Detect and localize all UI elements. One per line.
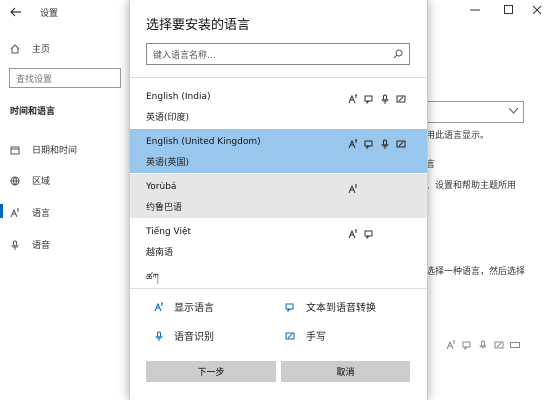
display-language-icon [154, 302, 163, 311]
microphone-icon [155, 331, 163, 341]
microphone-icon [10, 240, 20, 250]
tts-icon [364, 95, 373, 104]
legend-label: 显示语言 [174, 303, 214, 314]
installed-language-features [446, 340, 520, 350]
globe-icon [10, 176, 20, 186]
handwriting-icon [396, 140, 406, 148]
language-item-english-india[interactable]: English (India) 英语(印度) [130, 84, 427, 128]
right-text-4: 选择一种语言，然后选择 [426, 267, 526, 277]
microphone-icon [479, 340, 487, 348]
search-icon[interactable] [393, 49, 403, 59]
settings-search-placeholder: 查找设置 [16, 75, 53, 85]
window-title: 设置 [40, 9, 59, 19]
language-native-name: 英语(印度) [146, 113, 190, 123]
language-dropdown[interactable] [420, 101, 524, 123]
legend-handwriting: 手写 [285, 328, 326, 343]
display-language-icon [446, 340, 455, 350]
close-button[interactable] [520, 0, 554, 20]
legend-tts: 文本到语音转换 [285, 299, 376, 314]
language-name: English (United Kingdom) [146, 137, 261, 147]
sidebar-item-region[interactable]: 区域 [10, 174, 50, 187]
language-native-name: 越南语 [146, 248, 174, 258]
microphone-icon [381, 94, 389, 104]
handwriting-icon [494, 341, 504, 349]
minimize-icon [470, 9, 480, 11]
microphone-icon [381, 139, 389, 149]
sidebar-home[interactable]: 主页 [10, 42, 50, 55]
right-text-3: 、设置和帮助主题所用 [426, 181, 517, 191]
tts-icon [364, 140, 373, 149]
tts-icon [364, 230, 373, 239]
section-title: 时间和语言 [10, 107, 56, 117]
sidebar-item-speech[interactable]: 语音 [10, 238, 50, 251]
keyboard-icon [510, 342, 520, 348]
legend-display-language: 显示语言 [154, 299, 214, 314]
sidebar-item-label: 日期和时间 [32, 146, 78, 156]
language-item-yoruba[interactable]: Yorùbá 约鲁巴语 [130, 174, 427, 218]
sidebar-item-label: 区域 [32, 177, 51, 187]
language-name: Yorùbá [146, 182, 177, 192]
language-search-input[interactable]: 键入语言名称... [146, 43, 410, 65]
language-native-name: 英语(英国) [146, 158, 190, 168]
minimize-button[interactable] [458, 0, 492, 20]
display-language-icon [348, 229, 357, 239]
tts-icon [462, 341, 471, 350]
next-button[interactable]: 下一步 [146, 361, 276, 382]
language-search-placeholder: 键入语言名称... [153, 51, 216, 61]
display-language-icon [348, 139, 357, 149]
maximize-icon [504, 5, 513, 14]
back-arrow-icon [10, 7, 21, 17]
choose-language-dialog: 选择要安装的语言 键入语言名称... English (India) 英语(印度… [129, 0, 428, 400]
handwriting-icon [285, 332, 295, 339]
language-name: Tiếng Việt [146, 227, 192, 237]
tts-icon [285, 303, 294, 312]
handwriting-icon [396, 95, 406, 103]
legend-label: 语音识别 [174, 332, 214, 343]
language-name: English (India) [146, 92, 211, 102]
legend-divider [130, 288, 427, 289]
legend-label: 手写 [306, 332, 326, 343]
display-language-icon [348, 94, 357, 104]
legend-label: 文本到语音转换 [306, 303, 376, 314]
close-icon [532, 5, 542, 15]
sidebar-home-label: 主页 [32, 45, 51, 55]
language-features [348, 229, 374, 239]
language-name: ཚཀ [146, 273, 159, 283]
language-icon [10, 208, 20, 218]
language-item-tibetan[interactable]: ཚཀ [130, 264, 427, 286]
language-item-english-uk[interactable]: English (United Kingdom) 英语(英国) [130, 129, 427, 173]
sidebar-item-label: 语言 [32, 209, 51, 219]
display-language-icon [348, 184, 357, 194]
language-features [348, 139, 406, 149]
sidebar-item-date-time[interactable]: 日期和时间 [10, 143, 77, 156]
chevron-down-icon [509, 108, 518, 114]
sidebar-item-label: 语音 [32, 241, 51, 251]
home-icon [10, 43, 20, 54]
language-native-name: 约鲁巴语 [146, 203, 183, 213]
language-item-vietnamese[interactable]: Tiếng Việt 越南语 [130, 219, 427, 263]
list-divider [130, 77, 427, 78]
calendar-icon [10, 145, 20, 155]
sidebar-item-language[interactable]: 语言 [10, 206, 50, 219]
back-button[interactable] [9, 4, 23, 18]
settings-search-input[interactable]: 查找设置 [9, 68, 121, 88]
sidebar-active-indicator [0, 204, 3, 218]
dialog-title: 选择要安装的语言 [146, 18, 251, 33]
right-text-1: 用此语言显示。 [426, 131, 490, 141]
language-features [348, 184, 358, 194]
language-features [348, 94, 406, 104]
legend-speech: 语音识别 [154, 328, 214, 343]
cancel-button[interactable]: 取消 [281, 361, 410, 382]
